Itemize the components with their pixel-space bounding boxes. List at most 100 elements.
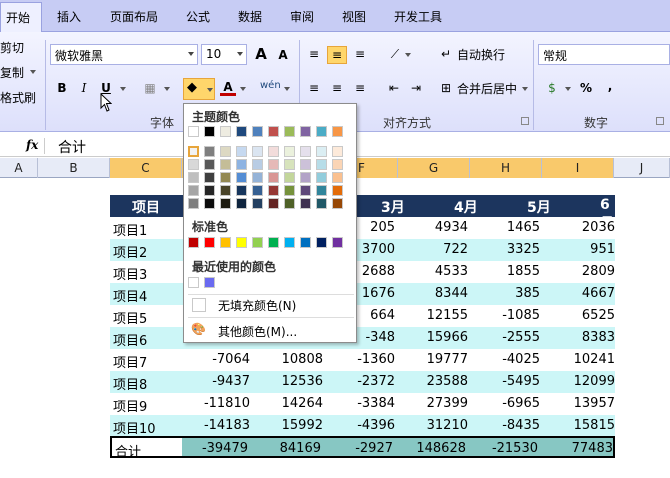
bold-button[interactable]: B <box>52 78 72 98</box>
align-left-icon[interactable]: ≡ <box>304 78 324 98</box>
currency-icon[interactable]: $ <box>542 78 562 98</box>
recent-color-swatch[interactable] <box>204 277 215 288</box>
font-size-select[interactable]: 10 <box>201 44 247 65</box>
value-cell[interactable]: 2036 <box>582 220 615 235</box>
cut-button[interactable]: 剪切 <box>0 39 24 56</box>
theme-shade-swatch[interactable] <box>316 198 327 209</box>
theme-shade-swatch[interactable] <box>316 185 327 196</box>
number-dialog-launcher[interactable] <box>656 117 664 125</box>
value-cell[interactable]: 951 <box>590 242 615 257</box>
row-label-cell[interactable]: 项目1 <box>113 220 147 239</box>
value-cell[interactable]: -39479 <box>202 441 248 456</box>
value-cell[interactable]: 12099 <box>574 374 615 389</box>
font-color-button[interactable]: A <box>220 78 236 96</box>
value-cell[interactable]: 722 <box>443 242 468 257</box>
merge-center-button[interactable]: 合并后居中 <box>457 80 517 97</box>
value-cell[interactable]: 12155 <box>427 308 468 323</box>
value-cell[interactable]: 8383 <box>582 330 615 345</box>
theme-shade-swatch[interactable] <box>268 185 279 196</box>
align-middle-icon[interactable]: ≡ <box>327 46 347 64</box>
column-header-b[interactable]: B <box>38 158 110 178</box>
standard-color-swatch[interactable] <box>300 237 311 248</box>
value-cell[interactable]: 205 <box>370 220 395 235</box>
theme-shade-swatch[interactable] <box>332 198 343 209</box>
value-cell[interactable]: 13957 <box>574 396 615 411</box>
theme-shade-swatch[interactable] <box>300 146 311 157</box>
theme-shade-swatch[interactable] <box>268 198 279 209</box>
value-cell[interactable]: -4025 <box>502 352 540 367</box>
value-cell[interactable]: 6525 <box>582 308 615 323</box>
value-cell[interactable]: -2372 <box>357 374 395 389</box>
value-cell[interactable]: 23588 <box>427 374 468 389</box>
no-fill-option[interactable]: 无填充颜色(N) <box>218 297 296 314</box>
theme-color-swatch[interactable] <box>268 126 279 137</box>
standard-color-swatch[interactable] <box>252 237 263 248</box>
value-cell[interactable]: -3384 <box>357 396 395 411</box>
theme-shade-swatch[interactable] <box>236 185 247 196</box>
theme-shade-swatch[interactable] <box>204 172 215 183</box>
row-label-cell[interactable]: 项目10 <box>113 418 156 437</box>
orientation-icon[interactable]: ⟋ <box>385 44 405 64</box>
value-cell[interactable]: 4667 <box>582 286 615 301</box>
theme-shade-swatch[interactable] <box>252 172 263 183</box>
theme-shade-swatch[interactable] <box>188 159 199 170</box>
theme-shade-swatch[interactable] <box>252 146 263 157</box>
theme-shade-swatch[interactable] <box>220 198 231 209</box>
merge-dropdown-icon[interactable] <box>522 87 528 91</box>
theme-shade-swatch[interactable] <box>268 172 279 183</box>
theme-shade-swatch[interactable] <box>204 146 215 157</box>
value-cell[interactable]: -2927 <box>355 441 393 456</box>
theme-color-swatch[interactable] <box>300 126 311 137</box>
tab-review[interactable]: 审阅 <box>290 8 314 25</box>
row-label-cell[interactable]: 项目3 <box>113 264 147 283</box>
theme-shade-swatch[interactable] <box>268 159 279 170</box>
theme-color-swatch[interactable] <box>316 126 327 137</box>
row-label-cell[interactable]: 项目2 <box>113 242 147 261</box>
value-cell[interactable]: 10808 <box>282 352 323 367</box>
recent-color-swatch[interactable] <box>188 277 199 288</box>
theme-shade-swatch[interactable] <box>204 185 215 196</box>
align-center-icon[interactable]: ≡ <box>327 78 347 98</box>
value-cell[interactable]: 84169 <box>280 441 321 456</box>
copy-dropdown-icon[interactable] <box>30 70 36 74</box>
value-cell[interactable]: 3700 <box>362 242 395 257</box>
value-cell[interactable]: 2688 <box>362 264 395 279</box>
tab-data[interactable]: 数据 <box>238 8 262 25</box>
value-cell[interactable]: 4934 <box>435 220 468 235</box>
decrease-indent-icon[interactable]: ⇤ <box>384 78 404 98</box>
value-cell[interactable]: 1855 <box>507 264 540 279</box>
column-header-a[interactable]: A <box>0 158 38 178</box>
theme-shade-swatch[interactable] <box>284 185 295 196</box>
theme-shade-swatch[interactable] <box>332 185 343 196</box>
column-header-g[interactable]: G <box>398 158 470 178</box>
value-cell[interactable]: -1360 <box>357 352 395 367</box>
formula-input[interactable]: 合计 <box>58 137 86 157</box>
value-cell[interactable]: 8344 <box>435 286 468 301</box>
column-header-i[interactable]: I <box>542 158 614 178</box>
align-right-icon[interactable]: ≡ <box>350 78 370 98</box>
value-cell[interactable]: 385 <box>515 286 540 301</box>
standard-color-swatch[interactable] <box>236 237 247 248</box>
row-label-cell[interactable]: 合计 <box>115 441 141 460</box>
value-cell[interactable]: 12536 <box>282 374 323 389</box>
border-button[interactable]: ▦ <box>140 78 160 98</box>
standard-color-swatch[interactable] <box>268 237 279 248</box>
phonetic-dropdown-icon[interactable] <box>284 87 290 91</box>
value-cell[interactable]: -21530 <box>492 441 538 456</box>
theme-shade-swatch[interactable] <box>252 159 263 170</box>
value-cell[interactable]: 15966 <box>427 330 468 345</box>
theme-shade-swatch[interactable] <box>204 159 215 170</box>
percent-button[interactable]: % <box>576 78 596 98</box>
standard-color-swatch[interactable] <box>332 237 343 248</box>
value-cell[interactable]: 1465 <box>507 220 540 235</box>
theme-shade-swatch[interactable] <box>188 198 199 209</box>
theme-shade-swatch[interactable] <box>236 146 247 157</box>
value-cell[interactable]: -14183 <box>204 418 250 433</box>
standard-color-swatch[interactable] <box>188 237 199 248</box>
value-cell[interactable]: 15992 <box>282 418 323 433</box>
theme-shade-swatch[interactable] <box>220 172 231 183</box>
theme-shade-swatch[interactable] <box>220 159 231 170</box>
value-cell[interactable]: -348 <box>365 330 395 345</box>
value-cell[interactable]: 2809 <box>582 264 615 279</box>
tab-developer[interactable]: 开发工具 <box>394 8 442 25</box>
